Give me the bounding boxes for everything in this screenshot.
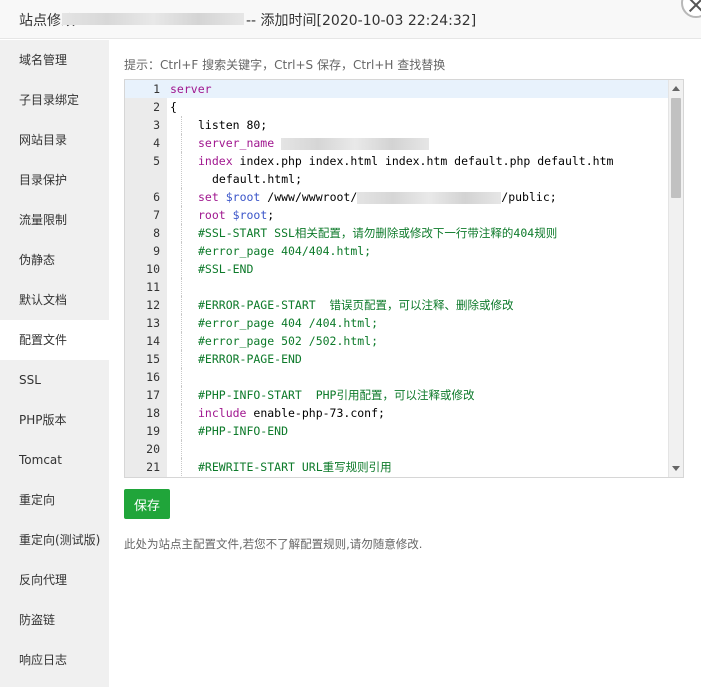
line-number: 17 <box>146 388 160 402</box>
code-variable: $root <box>232 208 268 222</box>
editor-scrollbar[interactable] <box>668 80 683 477</box>
sidebar-item-reverse-proxy[interactable]: 反向代理 <box>0 560 109 600</box>
code-comment: #ERROR-PAGE-END <box>198 352 302 366</box>
line-number: 13 <box>146 316 160 330</box>
code-comment: #error_page 404/404.html; <box>198 244 372 258</box>
line-number: 9 <box>153 244 160 258</box>
code-line: 16 ​ <box>125 368 669 386</box>
line-number: 14 <box>146 334 160 348</box>
code-text: listen 80; <box>198 118 268 132</box>
code-text: ; <box>267 208 275 222</box>
sidebar-item-site-directory[interactable]: 网站目录 <box>0 120 109 160</box>
code-comment: #REWRITE-START URL重写规则引用 <box>198 460 392 474</box>
sidebar-item-rewrite[interactable]: 伪静态 <box>0 240 109 280</box>
code-text: enable-php-73.conf; <box>246 406 385 420</box>
redacted-path <box>357 191 502 204</box>
line-number: 12 <box>146 298 160 312</box>
shortcut-hint: 提示：Ctrl+F 搜索关键字，Ctrl+S 保存，Ctrl+H 查找替换 <box>124 58 446 72</box>
line-number: 2 <box>153 100 160 114</box>
code-comment: #SSL-END <box>198 262 254 276</box>
line-number: 18 <box>146 406 160 420</box>
line-number: 10 <box>146 262 160 276</box>
code-text-continued: default.html; <box>212 172 303 186</box>
code-keyword: index <box>198 154 233 168</box>
line-number: 1 <box>153 82 160 96</box>
code-comment: #error_page 502 /502.html; <box>198 334 379 348</box>
scroll-up-arrow-icon[interactable] <box>672 86 680 91</box>
code-line: 12 #ERROR-PAGE-START 错误页配置，可以注释、删除或修改 <box>125 296 669 314</box>
code-line: 6 set $root /www/wwwroot/ /public; <box>125 188 669 206</box>
line-number: 8 <box>153 226 160 240</box>
config-code-editor[interactable]: 1 server 2 { 3 listen 80; 4 server_name … <box>124 79 684 478</box>
sidebar-item-redirect[interactable]: 重定向 <box>0 480 109 520</box>
code-keyword: set <box>198 190 219 204</box>
line-number: 7 <box>153 208 160 222</box>
sidebar-item-config-file[interactable]: 配置文件 <box>0 320 109 360</box>
scroll-down-arrow-icon[interactable] <box>672 466 680 471</box>
code-line: 8 #SSL-START SSL相关配置，请勿删除或修改下一行带注释的404规则 <box>125 224 669 242</box>
code-line: 1 server <box>125 80 669 98</box>
sidebar-item-dir-protection[interactable]: 目录保护 <box>0 160 109 200</box>
line-number: 15 <box>146 352 160 366</box>
sidebar-item-default-doc[interactable]: 默认文档 <box>0 280 109 320</box>
code-keyword: root <box>198 208 226 222</box>
code-line: 15 #ERROR-PAGE-END <box>125 350 669 368</box>
config-warning-note: 此处为站点主配置文件,若您不了解配置规则,请勿随意修改. <box>124 537 423 551</box>
sidebar-item-response-log[interactable]: 响应日志 <box>0 640 109 680</box>
code-lines: 1 server 2 { 3 listen 80; 4 server_name … <box>125 80 669 476</box>
code-line: 20 ​ <box>125 440 669 458</box>
code-keyword: server_name <box>198 136 275 150</box>
line-number: 11 <box>146 280 160 294</box>
line-number: 6 <box>153 190 160 204</box>
sidebar-item-ssl[interactable]: SSL <box>0 360 109 400</box>
code-variable: $root <box>225 190 261 204</box>
code-line: 10 #SSL-END <box>125 260 669 278</box>
title-add-time: -- 添加时间[2020-10-03 22:24:32] <box>246 13 477 29</box>
code-line: 7 root $root; <box>125 206 669 224</box>
code-text: index.php index.html index.htm default.p… <box>232 154 614 168</box>
sidebar-item-redirect-beta[interactable]: 重定向(测试版) <box>0 520 109 560</box>
code-comment: #ERROR-PAGE-START 错误页配置，可以注释、删除或修改 <box>198 298 514 312</box>
code-line: 4 server_name <box>125 134 669 152</box>
sidebar-item-tomcat[interactable]: Tomcat <box>0 440 109 480</box>
code-line: 21 #REWRITE-START URL重写规则引用 <box>125 458 669 476</box>
code-line: 9 #error_page 404/404.html; <box>125 242 669 260</box>
code-keyword: include <box>198 406 247 420</box>
code-comment: #error_page 404 /404.html; <box>198 316 379 330</box>
scrollbar-thumb[interactable] <box>671 98 681 198</box>
code-comment: #PHP-INFO-END <box>198 424 289 438</box>
sidebar-item-subdir-binding[interactable]: 子目录绑定 <box>0 80 109 120</box>
code-text: /www/wwwroot/ <box>260 190 358 204</box>
code-text: /public; <box>501 190 557 204</box>
sidebar-item-traffic-limit[interactable]: 流量限制 <box>0 200 109 240</box>
code-line: 18 include enable-php-73.conf; <box>125 404 669 422</box>
code-line: 2 { <box>125 98 669 116</box>
sidebar-item-php-version[interactable]: PHP版本 <box>0 400 109 440</box>
code-comment: #SSL-START SSL相关配置，请勿删除或修改下一行带注释的404规则 <box>198 226 558 240</box>
line-number: 5 <box>153 154 160 168</box>
redacted-site-name <box>62 13 244 25</box>
code-line: 3 listen 80; <box>125 116 669 134</box>
code-line: 14 #error_page 502 /502.html; <box>125 332 669 350</box>
line-number: 4 <box>153 136 160 150</box>
sidebar: 域名管理 子目录绑定 网站目录 目录保护 流量限制 伪静态 默认文档 配置文件 … <box>0 40 109 687</box>
line-number: 16 <box>146 370 160 384</box>
redacted-domain <box>281 137 430 150</box>
code-comment: #PHP-INFO-START PHP引用配置，可以注释或修改 <box>198 388 475 402</box>
code-line: 11 ​ <box>125 278 669 296</box>
line-number: 21 <box>146 460 160 474</box>
title-bar: 站点修改 -- 添加时间[2020-10-03 22:24:32] <box>0 0 701 39</box>
code-text: { <box>170 100 177 114</box>
code-line: 19 #PHP-INFO-END <box>125 422 669 440</box>
sidebar-item-domain[interactable]: 域名管理 <box>0 40 109 80</box>
sidebar-item-hotlink-protection[interactable]: 防盗链 <box>0 600 109 640</box>
code-line: 13 #error_page 404 /404.html; <box>125 314 669 332</box>
save-button[interactable]: 保存 <box>124 489 170 519</box>
line-number: 3 <box>153 118 160 132</box>
line-number: 20 <box>146 442 160 456</box>
code-line: 17 #PHP-INFO-START PHP引用配置，可以注释或修改 <box>125 386 669 404</box>
code-keyword: server <box>170 82 212 96</box>
code-line: 5 index index.php index.html index.htm d… <box>125 152 669 188</box>
line-number: 19 <box>146 424 160 438</box>
